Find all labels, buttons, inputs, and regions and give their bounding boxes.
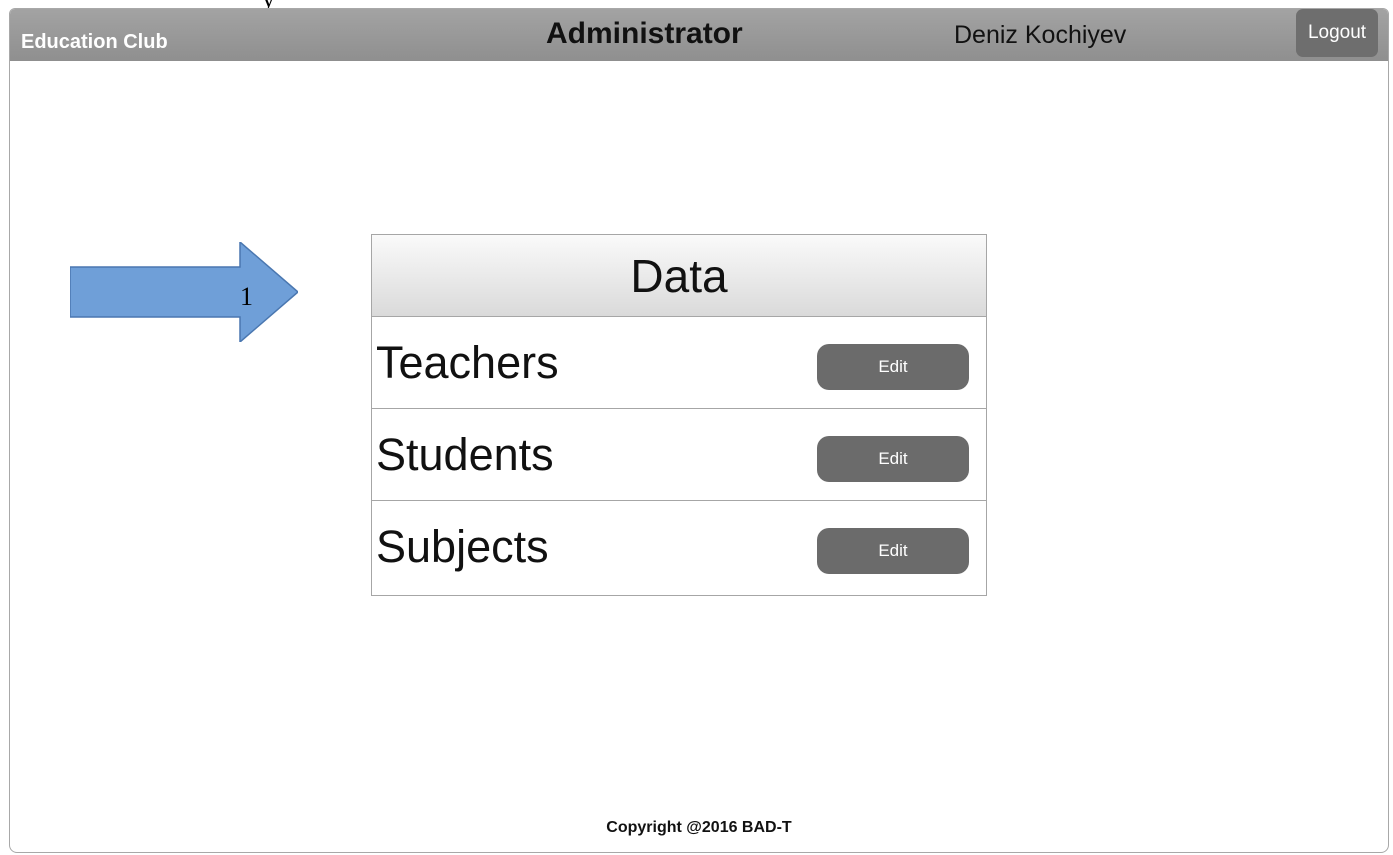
edit-subjects-button[interactable]: Edit [817,528,969,574]
row-label: Teachers [376,337,559,388]
arrow-number-label: 1 [240,282,253,311]
data-panel: Data Teachers Edit Students Edit Subject… [371,234,987,596]
copyright-footer: Copyright @2016 BAD-T [606,819,792,836]
row-teachers: Teachers Edit [372,317,986,409]
page-title: Administrator [546,17,743,50]
top-bar: Education Club Administrator Deniz Kochi… [10,9,1388,61]
brand-name: Education Club [21,31,168,53]
edit-teachers-button[interactable]: Edit [817,344,969,390]
row-students: Students Edit [372,409,986,501]
row-label: Students [376,429,554,480]
panel-title: Data [372,235,986,317]
edit-students-button[interactable]: Edit [817,436,969,482]
logout-button[interactable]: Logout [1296,9,1378,57]
row-label: Subjects [376,521,549,572]
row-subjects: Subjects Edit [372,501,986,593]
user-name: Deniz Kochiyev [954,21,1127,49]
annotation-arrow-icon [70,242,298,342]
